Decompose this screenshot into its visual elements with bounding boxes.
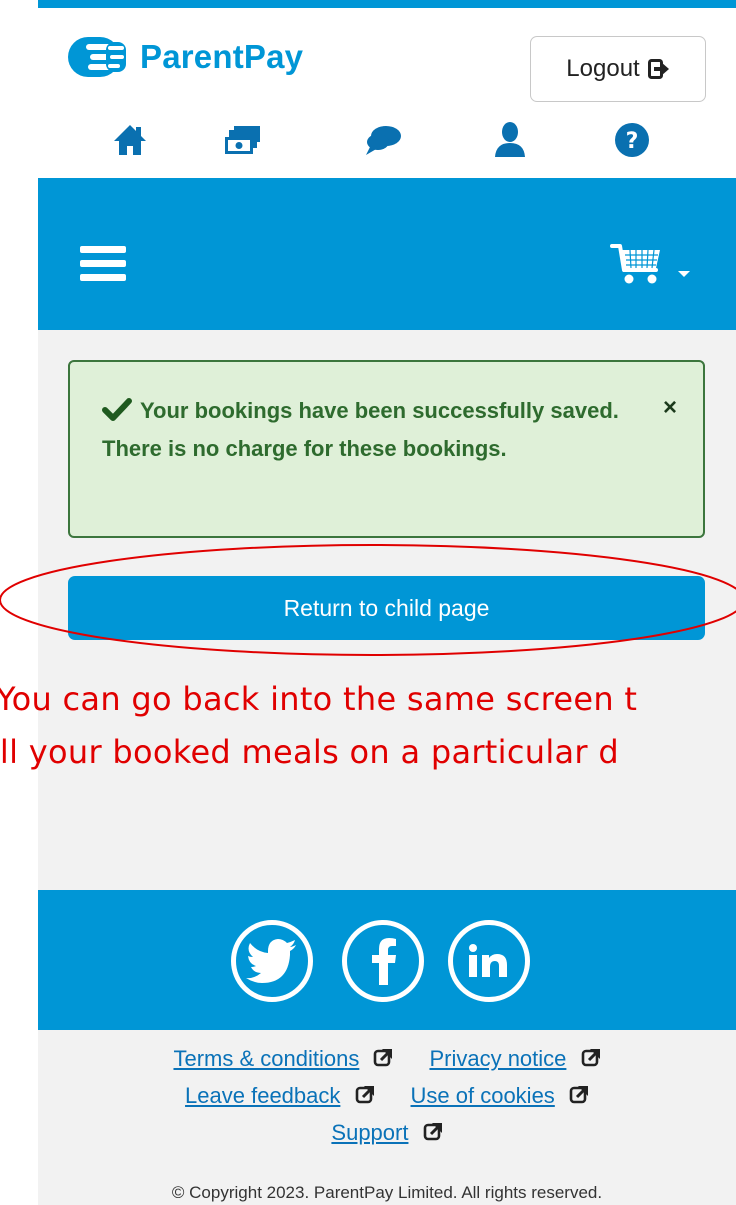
copyright-text: © Copyright 2023. ParentPay Limited. All… <box>171 1183 603 1202</box>
external-link-icon <box>581 1049 600 1067</box>
close-icon[interactable]: × <box>663 394 677 422</box>
feedback-link[interactable]: Leave feedback <box>185 1083 340 1108</box>
menu-icon-bar <box>80 274 126 281</box>
twitter-icon[interactable] <box>231 920 313 1002</box>
chevron-down-icon <box>678 271 690 277</box>
parentpay-app: ParentPay Logout ? Your bookings have be… <box>38 0 736 1205</box>
cookies-link[interactable]: Use of cookies <box>411 1083 555 1108</box>
primary-toolbar <box>38 178 736 330</box>
menu-button[interactable] <box>80 246 126 282</box>
alert-text: Your bookings have been successfully sav… <box>102 398 619 461</box>
external-link-icon <box>374 1049 393 1067</box>
linkedin-icon[interactable] <box>448 920 530 1002</box>
brand-logo[interactable]: ParentPay <box>66 30 303 84</box>
menu-icon-bar <box>80 260 126 267</box>
brand-name: ParentPay <box>140 38 304 75</box>
menu-icon-bar <box>80 246 126 253</box>
payments-icon[interactable] <box>218 116 266 164</box>
footer-links: Terms & conditions Privacy notice Leave … <box>38 1040 736 1151</box>
footer-social-bar <box>38 890 736 1030</box>
help-icon[interactable]: ? <box>608 116 656 164</box>
profile-icon[interactable] <box>486 116 534 164</box>
external-link-icon <box>423 1123 442 1141</box>
messages-icon[interactable] <box>360 116 408 164</box>
success-alert: Your bookings have been successfully sav… <box>68 360 705 538</box>
checkmark-icon <box>102 398 132 422</box>
logout-label: Logout <box>566 55 640 82</box>
external-link-icon <box>569 1086 588 1104</box>
alert-message: Your bookings have been successfully sav… <box>102 392 643 468</box>
privacy-link[interactable]: Privacy notice <box>429 1046 566 1071</box>
svg-text:?: ? <box>626 129 639 154</box>
terms-link[interactable]: Terms & conditions <box>173 1046 359 1071</box>
footer-links-row-2: Leave feedback Use of cookies <box>38 1077 736 1114</box>
basket-dropdown[interactable] <box>610 236 710 292</box>
header: ParentPay Logout ? <box>38 8 736 178</box>
logout-button[interactable]: Logout <box>530 36 706 102</box>
screenshot-stage: ParentPay Logout ? Your bookings have be… <box>0 0 736 1205</box>
footer-links-row-1: Terms & conditions Privacy notice <box>38 1040 736 1077</box>
footer-links-row-3: Support <box>38 1114 736 1151</box>
home-icon[interactable] <box>106 116 154 164</box>
parentpay-logo-icon <box>68 37 126 77</box>
annotation-line-2: all your booked meals on a particular d <box>0 733 619 771</box>
return-button-label: Return to child page <box>283 594 490 621</box>
annotation-line-1: You can go back into the same screen t <box>0 680 638 718</box>
return-to-child-page-button[interactable]: Return to child page <box>68 576 705 640</box>
support-link[interactable]: Support <box>331 1120 408 1145</box>
facebook-icon[interactable] <box>342 920 424 1002</box>
top-accent-strip <box>38 0 736 8</box>
logout-icon <box>647 59 669 79</box>
external-link-icon <box>355 1086 374 1104</box>
shopping-cart-icon <box>610 244 660 284</box>
main-icon-nav: ? <box>38 116 736 168</box>
